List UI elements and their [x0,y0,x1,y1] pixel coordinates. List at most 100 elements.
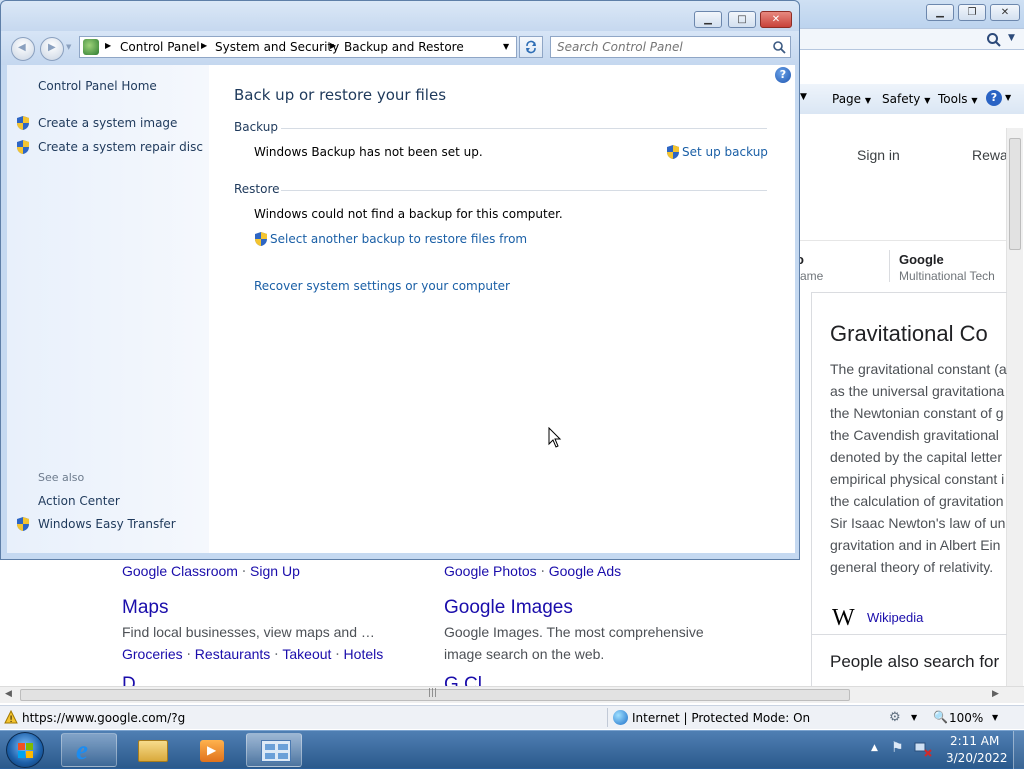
help-icon[interactable]: ? [775,67,791,83]
taskbar-media-player[interactable]: ▶ [183,733,239,767]
cut-off-result-title[interactable]: D [122,674,136,686]
description-line: The gravitational constant (a [830,361,1007,377]
clock-time[interactable]: 2:11 AM [950,734,999,748]
recover-system-settings-link[interactable]: Recover system settings or your computer [254,279,510,293]
action-center-flag-icon[interactable]: ⚑ [891,740,904,756]
scroll-left-arrow-icon[interactable]: ◀ [5,689,12,699]
cp-address-bar[interactable]: ▶ Control Panel ▶ System and Security ▶ … [79,36,517,58]
zoom-dropdown-icon[interactable]: ▼ [992,713,998,722]
breadcrumb-arrow-icon[interactable]: ▶ [330,41,336,50]
breadcrumb-arrow-icon[interactable]: ▶ [201,41,207,50]
cp-maximize-button[interactable]: □ [728,11,756,28]
recent-pages-icon[interactable]: ▼ [66,43,71,51]
zoom-level[interactable]: 100% [949,711,983,725]
help-icon[interactable]: ? [986,90,1002,106]
shield-icon [17,140,29,154]
shield-icon [17,517,29,531]
breadcrumb-system-security[interactable]: System and Security [215,40,339,54]
google-sign-in-link[interactable]: Sign in [857,147,900,163]
ie-minimize-button[interactable]: ▁ [926,4,954,21]
rewards-link[interactable]: Rewa [972,147,1008,163]
settings-dropdown-icon[interactable]: ▼ [911,713,917,722]
network-icon[interactable] [914,741,932,757]
google-ads-link[interactable]: Google Ads [549,563,621,579]
security-zone-text[interactable]: Internet | Protected Mode: On [632,711,810,725]
ie-horizontal-scrollbar[interactable]: ◀ ||| ▶ [0,686,1024,703]
safety-menu[interactable]: Safety ▼ [882,92,930,106]
description-line: the Newtonian constant of g [830,405,1004,421]
wikipedia-link[interactable]: Wikipedia [867,610,923,625]
google-classroom-link[interactable]: Google Classroom [122,563,238,579]
taskbar-windows-explorer[interactable] [123,733,179,767]
entity-fragment-sub: ame [800,269,824,283]
windows-easy-transfer-link[interactable]: Windows Easy Transfer [38,517,176,531]
hotels-link[interactable]: Hotels [344,646,384,662]
shield-icon [17,116,29,130]
vertical-scroll-thumb[interactable] [1009,138,1021,250]
separator: · [540,564,545,580]
google-images-result-title[interactable]: Google Images [444,597,573,619]
cp-search-box[interactable] [550,36,791,58]
back-button[interactable]: ◀ [11,37,35,61]
help-dropdown-icon[interactable]: ▼ [1005,93,1011,102]
maps-sub-links: Groceries · Restaurants · Takeout · Hote… [122,646,383,663]
taskbar-control-panel[interactable] [246,733,302,767]
create-repair-disc-link[interactable]: Create a system repair disc [38,140,203,154]
ie-restore-button[interactable]: ❐ [958,4,986,21]
search-input[interactable] [555,39,767,55]
description-line: Sir Isaac Newton's law of un [830,515,1006,531]
control-panel-home-link[interactable]: Control Panel Home [38,79,157,93]
breadcrumb-arrow-icon[interactable]: ▶ [105,41,111,50]
action-center-link[interactable]: Action Center [38,494,120,508]
description-line: gravitation and in Albert Ein [830,537,1001,553]
forward-button[interactable]: ▶ [40,37,64,61]
separator: · [274,647,279,663]
set-up-backup-link[interactable]: Set up backup [682,145,768,159]
zoom-icon[interactable]: 🔍 [933,710,948,724]
entity-google-title[interactable]: Google [899,252,944,267]
shield-icon [667,145,679,159]
windows-logo-green [26,743,33,750]
cp-close-button[interactable]: ✕ [760,11,792,28]
description-line: the calculation of gravitation [830,493,1004,509]
page-menu[interactable]: Page ▼ [832,92,871,106]
breadcrumb-backup-restore[interactable]: Backup and Restore [344,40,464,54]
home-dropdown-icon[interactable]: ▼ [800,92,807,102]
create-system-image-link[interactable]: Create a system image [38,116,177,130]
windows-logo-yellow [26,751,33,758]
protected-mode-settings-icon[interactable]: ⚙ [889,710,901,725]
tools-menu[interactable]: Tools ▼ [938,92,978,106]
show-hidden-icons-button[interactable]: ▲ [871,743,878,753]
cp-icon-block [278,744,288,750]
groceries-link[interactable]: Groceries [122,646,183,662]
breadcrumb-control-panel[interactable]: Control Panel [120,40,200,54]
header-divider [800,240,1006,241]
clock-date[interactable]: 3/20/2022 [946,751,1008,765]
cut-off-result-title-2[interactable]: G Cl [444,674,482,686]
refresh-button[interactable] [519,36,543,58]
separator: · [335,647,340,663]
taskbar-internet-explorer[interactable]: e [61,733,117,767]
search-icon[interactable] [772,40,786,54]
maps-result-title[interactable]: Maps [122,597,168,619]
cp-minimize-button[interactable]: ▁ [694,11,722,28]
select-another-backup-link[interactable]: Select another backup to restore files f… [270,232,527,246]
sign-up-link[interactable]: Sign Up [250,563,300,579]
scroll-right-arrow-icon[interactable]: ▶ [992,689,999,699]
google-photos-link[interactable]: Google Photos [444,563,537,579]
ie-close-button[interactable]: ✕ [990,4,1020,21]
play-icon: ▶ [207,743,217,757]
start-button[interactable] [6,732,44,768]
ie-status-bar: ! https://www.google.com/?g Internet | P… [0,705,1024,729]
search-icon[interactable] [986,32,1002,48]
address-dropdown-icon[interactable]: ▼ [503,42,509,51]
takeout-link[interactable]: Takeout [282,646,331,662]
internet-globe-icon [613,710,628,725]
search-dropdown-icon[interactable]: ▼ [1008,33,1015,43]
ie-address-bar[interactable]: ▼ [800,28,1024,50]
show-desktop-button[interactable] [1013,731,1024,769]
panel-description: The gravitational constant (a as the uni… [830,358,1007,578]
restaurants-link[interactable]: Restaurants [195,646,270,662]
cp-titlebar[interactable]: ▁ □ ✕ [1,1,799,31]
cp-icon-block [265,744,275,750]
